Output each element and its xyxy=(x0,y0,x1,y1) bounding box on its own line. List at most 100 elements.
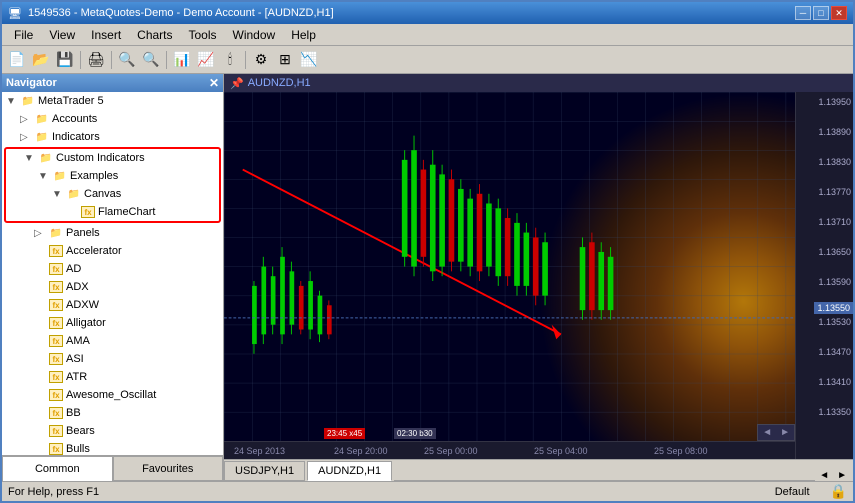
tree-item-ama[interactable]: fx AMA xyxy=(2,332,223,350)
navigator-close-button[interactable]: ✕ xyxy=(209,76,219,90)
price-label-5: 1.13710 xyxy=(818,217,851,227)
navigator-title: Navigator xyxy=(6,77,57,89)
tree-label-accounts: Accounts xyxy=(52,113,97,125)
tab-scroll[interactable]: ◄ ► xyxy=(815,470,851,481)
time-axis: 24 Sep 2013 24 Sep 20:00 25 Sep 00:00 25… xyxy=(224,441,795,459)
tree-item-bears[interactable]: fx Bears xyxy=(2,422,223,440)
indicator-icon: fx xyxy=(48,370,64,384)
toolbar-zoom-in[interactable]: 🔍 xyxy=(116,49,138,71)
folder-icon: 📁 xyxy=(48,226,64,240)
toolbar-candle[interactable]: 🕯 xyxy=(219,49,241,71)
chart-symbol: AUDNZD,H1 xyxy=(248,77,311,89)
tree-item-custom-indicators[interactable]: ▼ 📁 Custom Indicators xyxy=(6,149,219,167)
menu-insert[interactable]: Insert xyxy=(83,26,129,44)
lock-icon: 🔒 xyxy=(830,483,847,500)
tree-item-awesome[interactable]: fx Awesome_Oscillat xyxy=(2,386,223,404)
indicator-icon: fx xyxy=(48,388,64,402)
tree-item-bulls[interactable]: fx Bulls xyxy=(2,440,223,455)
price-label-2: 1.13890 xyxy=(818,127,851,137)
indicator-icon: fx xyxy=(48,298,64,312)
tree-label-asi: ASI xyxy=(66,353,84,365)
chart-header: 📌 AUDNZD,H1 xyxy=(224,74,853,92)
maximize-button[interactable]: □ xyxy=(813,6,829,20)
toolbar-sep3 xyxy=(166,51,167,69)
tree-item-examples[interactable]: ▼ 📁 Examples xyxy=(6,167,219,185)
menu-charts[interactable]: Charts xyxy=(129,26,180,44)
tree-item-adx[interactable]: fx ADX xyxy=(2,278,223,296)
navigator-header: Navigator ✕ xyxy=(2,74,223,92)
tree-item-panels[interactable]: ▷ 📁 Panels xyxy=(2,224,223,242)
navigator-panel: Navigator ✕ ▼ 📁 MetaTrader 5 ▷ 📁 Account… xyxy=(2,74,224,481)
tree-item-accounts[interactable]: ▷ 📁 Accounts xyxy=(2,110,223,128)
tree-label-alligator: Alligator xyxy=(66,317,106,329)
tree-item-adxw[interactable]: fx ADXW xyxy=(2,296,223,314)
tree-label-custom-indicators: Custom Indicators xyxy=(56,152,145,164)
toolbar-sep4 xyxy=(245,51,246,69)
toolbar-open[interactable]: 📂 xyxy=(30,49,52,71)
toolbar-line[interactable]: 📈 xyxy=(195,49,217,71)
tree-item-canvas[interactable]: ▼ 📁 Canvas xyxy=(6,185,219,203)
scroll-right-btn[interactable]: ► xyxy=(776,425,794,440)
time-marker-1: 23:45 x45 xyxy=(324,428,365,439)
tree-item-mt5[interactable]: ▼ 📁 MetaTrader 5 xyxy=(2,92,223,110)
menu-help[interactable]: Help xyxy=(283,26,324,44)
time-label-1: 24 Sep 20:00 xyxy=(334,446,388,456)
toolbar-indicator[interactable]: ⚙ xyxy=(250,49,272,71)
tree-label-mt5: MetaTrader 5 xyxy=(38,95,104,107)
nav-tree[interactable]: ▼ 📁 MetaTrader 5 ▷ 📁 Accounts ▷ 📁 Indica… xyxy=(2,92,223,455)
close-button[interactable]: ✕ xyxy=(831,6,847,20)
chart-content[interactable]: 23:45 x45 02:30 b30 xyxy=(224,92,795,441)
indicator-icon: fx xyxy=(48,424,64,438)
tab-scroll-right[interactable]: ► xyxy=(833,470,851,481)
menu-view[interactable]: View xyxy=(41,26,83,44)
right-section: 📌 AUDNZD,H1 xyxy=(224,74,853,481)
price-label-1: 1.13950 xyxy=(818,97,851,107)
tree-label-examples: Examples xyxy=(70,170,118,182)
tree-item-bb[interactable]: fx BB xyxy=(2,404,223,422)
tab-common[interactable]: Common xyxy=(2,456,113,481)
tree-item-flamechart[interactable]: fx FlameChart xyxy=(6,203,219,221)
indicator-icon: fx xyxy=(48,316,64,330)
chart-tab-audnzd[interactable]: AUDNZD,H1 xyxy=(307,461,392,481)
tab-scroll-left[interactable]: ◄ xyxy=(815,470,833,481)
minimize-button[interactable]: ─ xyxy=(795,6,811,20)
tree-label-ad: AD xyxy=(66,263,81,275)
tree-label-bulls: Bulls xyxy=(66,443,90,455)
toolbar-grid[interactable]: ⊞ xyxy=(274,49,296,71)
tree-item-accelerator[interactable]: fx Accelerator xyxy=(2,242,223,260)
time-marker-2: 02:30 b30 xyxy=(394,428,436,439)
folder-icon: 📁 xyxy=(34,130,50,144)
tab-favourites[interactable]: Favourites xyxy=(113,456,224,481)
time-label-3: 25 Sep 04:00 xyxy=(534,446,588,456)
folder-icon: 📁 xyxy=(34,112,50,126)
tree-label-panels: Panels xyxy=(66,227,100,239)
tree-item-indicators[interactable]: ▷ 📁 Indicators xyxy=(2,128,223,146)
toolbar-new[interactable]: 📄 xyxy=(6,49,28,71)
tree-label-bb: BB xyxy=(66,407,81,419)
menu-window[interactable]: Window xyxy=(225,26,284,44)
menu-tools[interactable]: Tools xyxy=(181,26,225,44)
menu-file[interactable]: File xyxy=(6,26,41,44)
tree-item-asi[interactable]: fx ASI xyxy=(2,350,223,368)
tree-item-ad[interactable]: fx AD xyxy=(2,260,223,278)
chart-tab-usdjpy[interactable]: USDJPY,H1 xyxy=(224,461,305,481)
tree-label-indicators: Indicators xyxy=(52,131,100,143)
price-label-3: 1.13830 xyxy=(818,157,851,167)
nav-tabs: Common Favourites xyxy=(2,455,223,481)
chart-tabs-row: USDJPY,H1 AUDNZD,H1 ◄ ► xyxy=(224,459,853,481)
indicator-icon: fx xyxy=(48,442,64,455)
tree-label-bears: Bears xyxy=(66,425,95,437)
chart-area[interactable]: 📌 AUDNZD,H1 xyxy=(224,74,853,459)
toolbar-print[interactable]: 🖨 xyxy=(85,49,107,71)
title-bar-controls[interactable]: ─ □ ✕ xyxy=(795,6,847,20)
tree-label-atr: ATR xyxy=(66,371,87,383)
tree-item-alligator[interactable]: fx Alligator xyxy=(2,314,223,332)
toolbar-volume[interactable]: 📉 xyxy=(298,49,320,71)
toolbar-chart[interactable]: 📊 xyxy=(171,49,193,71)
tree-label-adxw: ADXW xyxy=(66,299,99,311)
scroll-left-btn[interactable]: ◄ xyxy=(758,425,776,440)
toolbar-zoom-out[interactable]: 🔍 xyxy=(140,49,162,71)
tree-item-atr[interactable]: fx ATR xyxy=(2,368,223,386)
toolbar-save[interactable]: 💾 xyxy=(54,49,76,71)
scroll-controls[interactable]: ◄ ► xyxy=(757,424,795,441)
